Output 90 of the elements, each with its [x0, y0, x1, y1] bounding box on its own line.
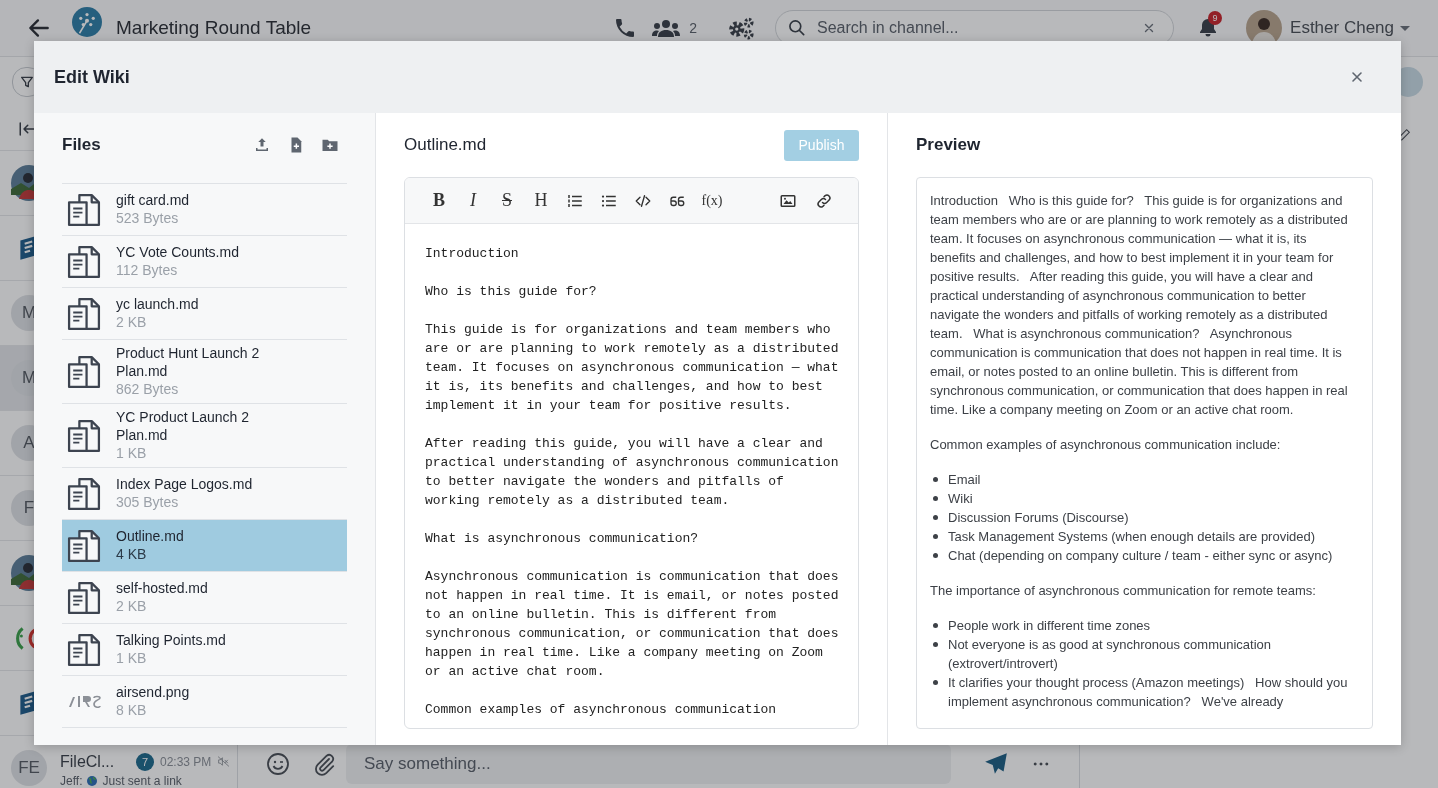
channel-name: FileCl... [60, 752, 116, 771]
list-item: Discussion Forums (Discourse) [948, 509, 1129, 527]
preview-paragraph: The importance of asynchronous communication for remote teams: [930, 582, 1317, 600]
message-field[interactable]: Say something... [346, 744, 951, 784]
italic-button[interactable]: I [463, 190, 483, 211]
logo-icon [72, 7, 102, 37]
member-count: 2 [689, 20, 698, 36]
file-name: Outline.md [116, 527, 184, 545]
file-name: gift card.md [116, 191, 190, 209]
file-size: 862 Bytes [116, 380, 180, 399]
caret-icon[interactable] [1400, 25, 1410, 31]
document-icon [66, 243, 102, 280]
file-item[interactable]: Talking Points.md 1 KB [62, 624, 347, 676]
document-icon [66, 631, 102, 668]
file-item[interactable]: YC Vote Counts.md 112 Bytes [62, 236, 347, 288]
file-item[interactable]: Product Hunt Launch 2 Plan.md 862 Bytes [62, 340, 347, 404]
file-size: 2 KB [116, 313, 148, 332]
list-item: Chat (depending on company culture / team - either sync or async) [948, 547, 1333, 565]
panel-title: Preview [916, 135, 981, 155]
bullet-icon [933, 477, 938, 482]
document-title: Outline.md [404, 135, 487, 155]
channel-title: Marketing Round Table [116, 17, 312, 39]
heading-button[interactable]: H [531, 190, 551, 211]
sender-name: Jeff: [60, 773, 83, 788]
file-size: 8 KB [116, 701, 148, 720]
file-name: airsend.png [116, 683, 190, 701]
formula-button[interactable]: f(x) [701, 192, 723, 209]
bullet-icon [933, 680, 938, 685]
file-item[interactable]: gift card.md 523 Bytes [62, 184, 347, 236]
document-icon [66, 295, 102, 332]
paperclip-icon[interactable] [312, 752, 336, 776]
list-item: Email [948, 471, 981, 489]
user-name[interactable]: Esther Cheng [1290, 18, 1394, 38]
list-item: Task Management Systems (when enough details are provided) [948, 528, 1316, 546]
panel-title: Files [62, 135, 101, 155]
list-item: Wiki [948, 490, 973, 508]
filter-icon [19, 74, 35, 90]
bullet-icon [933, 642, 938, 647]
close-icon[interactable] [1349, 69, 1365, 85]
emblem-icon [15, 625, 34, 651]
file-item[interactable]: YC Product Launch 2 Plan.md 1 KB [62, 404, 347, 468]
document-icon [66, 417, 102, 454]
document-icon [66, 527, 102, 564]
list-item: It clarifies your thought process (Amazon meetings) How should you implement asynchronous communication? We've already [948, 674, 1349, 711]
file-size: 1 KB [116, 649, 148, 668]
file-name: yc launch.md [116, 295, 199, 313]
file-size: 523 Bytes [116, 209, 180, 228]
editor-field[interactable]: Introduction Who is this guide for? This guide is for organizations and team members who are or are planning to work remotely as a distributed team. It focuses on asynchronous communication — what it is, its benefits and challenges, and how to best implement it in your team for positive results. After reading this guide, you will have a clear and practical understanding of asynchronous communication to better navigate the wonders and pitfalls of working remotely as a distributed team. What is asynchronous communication? Asynchronous communication is communication that does not happen in real time. It is email, or notes posted to an online bulletin. This is different from synchronous communication, or communication that does happen in real time. Like a company meeting on Zoom or an active chat room. Common examples of asynchronous communication [405, 224, 858, 728]
file-name: YC Vote Counts.md [116, 243, 239, 261]
document-icon [66, 353, 102, 390]
people-icon[interactable] [651, 17, 682, 39]
dialog-title: Edit Wiki [54, 66, 130, 88]
file-name: Index Page Logos.md [116, 475, 253, 493]
strike-button[interactable]: S [497, 190, 517, 211]
bullet-icon [933, 496, 938, 501]
file-size: 1 KB [116, 444, 148, 463]
globe-icon [86, 774, 99, 787]
message-preview: Just sent a link [102, 773, 182, 788]
list-item: Not everyone is as good at synchronous communication (extrovert/introvert) [948, 636, 1272, 673]
bold-button[interactable]: B [429, 190, 449, 211]
link-icon[interactable] [815, 191, 833, 210]
file-name: self-hosted.md [116, 579, 208, 597]
file-item[interactable]: Outline.md 4 KB [62, 520, 347, 572]
file-item[interactable]: yc launch.md 2 KB [62, 288, 347, 340]
bullet-icon [933, 623, 938, 628]
bullet-icon [933, 534, 938, 539]
file-name: YC Product Launch 2 Plan.md [116, 408, 251, 444]
unread-badge: 7 [136, 752, 154, 771]
list-item: People work in different time zones [948, 617, 1151, 635]
file-size: 305 Bytes [116, 493, 180, 512]
emoji-icon[interactable] [266, 752, 290, 776]
file-size: 4 KB [116, 545, 148, 564]
message-time: 02:33 PM [160, 754, 212, 769]
file-size: 112 Bytes [116, 261, 179, 280]
preview-paragraph: Common examples of asynchronous communication include: [930, 436, 1282, 454]
file-item[interactable]: self-hosted.md 2 KB [62, 572, 347, 624]
document-icon [66, 191, 102, 228]
file-name: Product Hunt Launch 2 Plan.md [116, 344, 261, 380]
document-icon [66, 475, 102, 512]
avatar-initials: FE [11, 750, 47, 786]
collapse-icon[interactable] [18, 119, 36, 138]
file-item[interactable]: airsend.png 8 KB [62, 676, 347, 728]
file-name: Talking Points.md [116, 631, 226, 649]
file-size: 2 KB [116, 597, 148, 616]
document-icon [66, 579, 102, 616]
bullet-icon [933, 553, 938, 558]
notification-badge: 9 [1208, 11, 1223, 25]
upload-icon[interactable] [253, 136, 271, 154]
bullet-icon [933, 515, 938, 520]
preview-paragraph: Introduction Who is this guide for? This guide is for organizations and team members who are or are planning to work remotely as a distributed team. It focuses on asynchronous communication — what it is, its benefits and challenges, and how to best implement it in your team for positive results. After reading this guide, you will have a clear and practical understanding of asynchronous communication to better navigate the wonders and pitfalls of working remotely as a distributed team. What is asynchronous communication? Asynchronous communication is communication that does not happen in real time. It is email, or notes posted to an online bulletin. This is different from synchronous communication, or communication that does happen in real time. Like a company meeting on Zoom or an active chat room. [930, 192, 1349, 419]
